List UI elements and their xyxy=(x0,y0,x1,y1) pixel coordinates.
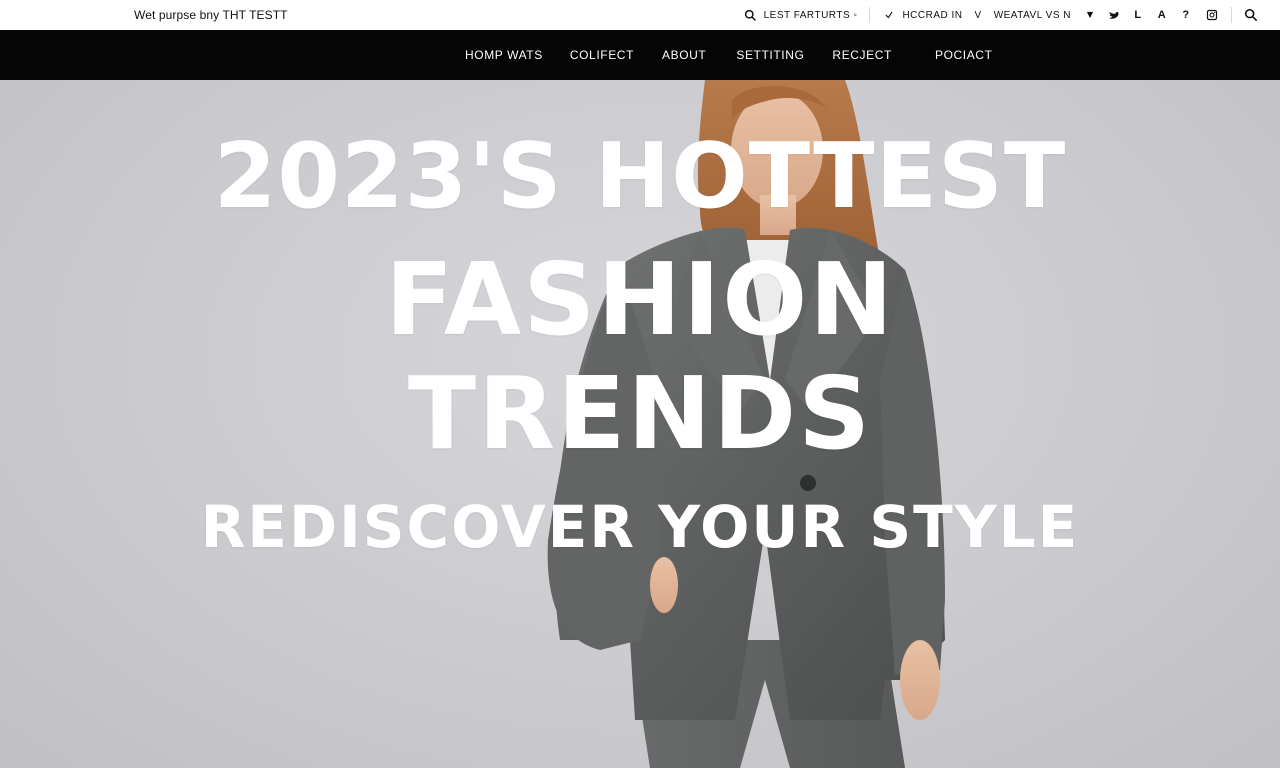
search-icon[interactable] xyxy=(1244,8,1258,22)
social-icons: L A ? xyxy=(1083,8,1193,22)
letter-a-icon[interactable]: A xyxy=(1155,8,1169,22)
page: Wet purpse bny THT TESTT LEST FARTURTS ◦ xyxy=(0,0,1280,768)
location-link-label: WEATAVL VS N xyxy=(993,9,1071,21)
brand-logo[interactable]: Wet purpse bny THT TESTT xyxy=(134,8,288,22)
hero-headline-line3: TRENDS xyxy=(407,355,873,472)
question-icon[interactable]: ? xyxy=(1179,8,1193,22)
hero-headline-line1: 2023'S HOTTEST xyxy=(213,124,1067,229)
nav-list: HOMP WATS COLIFECT ABOUT SETTITING RECJE… xyxy=(465,30,993,80)
nav-item-contact[interactable]: POCIACT xyxy=(935,48,993,62)
currency-link-label: V xyxy=(974,9,982,21)
search-icon xyxy=(744,8,758,22)
location-link[interactable]: WEATAVL VS N xyxy=(994,10,1071,21)
instagram-icon[interactable] xyxy=(1205,8,1219,22)
hero-banner: 2023'S HOTTEST FASHION TRENDS REDISCOVER… xyxy=(0,80,1280,768)
arrow-icon[interactable] xyxy=(1083,8,1097,22)
search-link-label: LEST FARTURTS ◦ xyxy=(763,9,858,21)
twitter-icon[interactable] xyxy=(1107,8,1121,22)
letter-l-icon[interactable]: L xyxy=(1131,8,1145,22)
nav-item-settings[interactable]: SETTITING xyxy=(736,48,804,62)
check-icon xyxy=(882,8,896,22)
topbar: Wet purpse bny THT TESTT LEST FARTURTS ◦ xyxy=(0,0,1280,30)
main-nav: HOMP WATS COLIFECT ABOUT SETTITING RECJE… xyxy=(0,30,1280,80)
nav-item-about[interactable]: ABOUT xyxy=(662,48,706,62)
nav-item-home[interactable]: HOMP WATS xyxy=(465,48,543,62)
hero-headline-line2: FASHION xyxy=(385,241,895,358)
separator xyxy=(869,7,871,23)
account-link-label: HCCRAD IN xyxy=(902,9,963,21)
currency-link[interactable]: V xyxy=(975,10,982,21)
nav-item-reject[interactable]: RECJECT xyxy=(832,48,892,62)
hero-subheadline: REDISCOVER YOUR STYLE xyxy=(200,493,1080,561)
nav-item-collection[interactable]: COLIFECT xyxy=(570,48,634,62)
search-link[interactable]: LEST FARTURTS ◦ xyxy=(744,8,858,22)
separator xyxy=(1231,7,1232,23)
account-link[interactable]: HCCRAD IN xyxy=(882,8,962,22)
utility-links: LEST FARTURTS ◦ HCCRAD IN V WEATAVL VS N xyxy=(744,7,1258,23)
